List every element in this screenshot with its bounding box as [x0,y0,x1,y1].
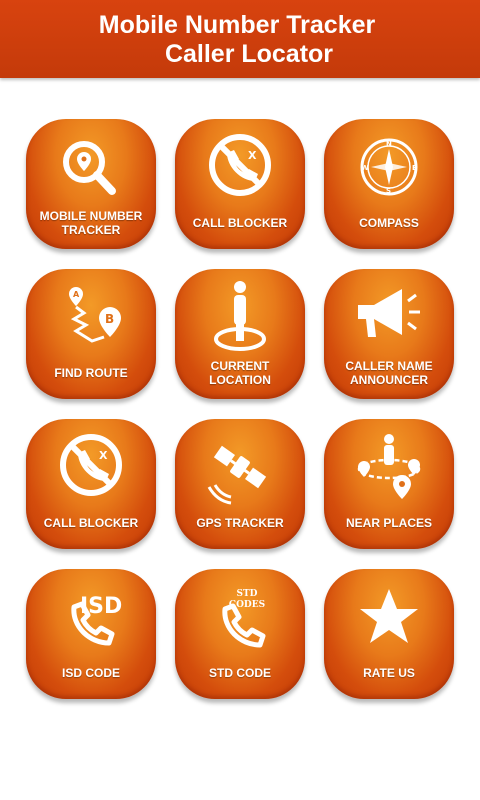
search-location-icon [26,129,156,207]
std-phone-icon: STD CODES [175,579,305,657]
svg-text:N: N [386,140,392,148]
svg-text:E: E [412,164,417,172]
tile-label: CALL BLOCKER [43,516,139,530]
call-blocked-icon: X [26,429,156,507]
svg-text:X: X [99,449,108,462]
satellite-icon [175,429,305,507]
call-blocked-icon: X [175,129,305,207]
tile-label: CALL BLOCKER [192,216,288,230]
tile-label: RATE US [363,666,415,680]
star-icon [324,579,454,657]
tile-label: GPS TRACKER [196,516,284,530]
current-location-button[interactable]: CURRENT LOCATION [175,269,305,399]
tile-label: ISD CODE [61,666,120,680]
tile-label: FIND ROUTE [54,366,128,380]
caller-name-announcer-button[interactable]: CALLER NAME ANNOUNCER [324,269,454,399]
call-blocker-button-2[interactable]: X CALL BLOCKER [26,419,156,549]
current-location-icon [175,279,305,357]
tile-label: CURRENT LOCATION [209,359,271,387]
svg-text:S: S [386,187,391,195]
rate-us-button[interactable]: RATE US [324,569,454,699]
isd-code-button[interactable]: ISD ISD CODE [26,569,156,699]
near-places-icon [324,429,454,507]
megaphone-icon [324,279,454,357]
mobile-number-tracker-button[interactable]: MOBILE NUMBER TRACKER [26,119,156,249]
near-places-button[interactable]: NEAR PLACES [324,419,454,549]
tile-label: MOBILE NUMBER TRACKER [39,209,143,237]
std-code-button[interactable]: STD CODES STD CODE [175,569,305,699]
svg-text:A: A [73,290,80,299]
find-route-button[interactable]: A B FIND ROUTE [26,269,156,399]
svg-text:X: X [248,149,257,162]
tile-label: NEAR PLACES [345,516,432,530]
call-blocker-button[interactable]: X CALL BLOCKER [175,119,305,249]
svg-text:W: W [361,164,369,172]
tile-label: CALLER NAME ANNOUNCER [345,359,433,387]
tile-label: STD CODE [208,666,271,680]
route-icon: A B [26,279,156,357]
svg-text:STD: STD [236,589,257,599]
isd-phone-icon: ISD [26,579,156,657]
compass-button[interactable]: N S W E COMPASS [324,119,454,249]
svg-text:B: B [105,312,114,326]
compass-icon: N S W E [324,129,454,207]
gps-tracker-button[interactable]: GPS TRACKER [175,419,305,549]
menu-grid: MOBILE NUMBER TRACKER X CALL BLOCKER N S… [0,0,480,800]
tile-label: COMPASS [359,216,419,230]
